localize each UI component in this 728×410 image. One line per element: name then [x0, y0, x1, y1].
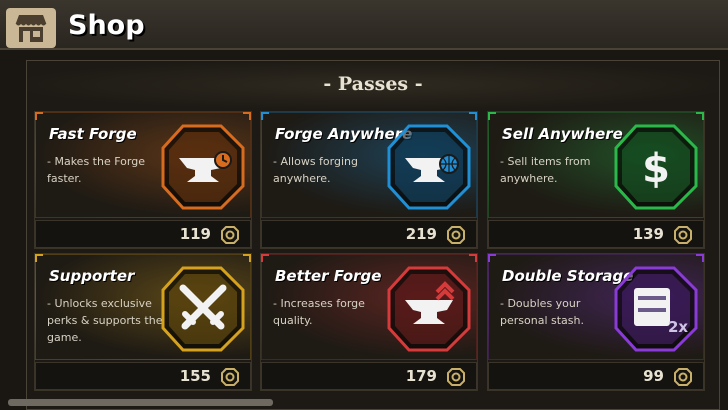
coin-icon — [674, 226, 692, 248]
coin-icon — [447, 368, 465, 390]
price-bar[interactable] — [261, 220, 477, 248]
section-title: - Passes - — [323, 73, 423, 95]
title-bar: Shop — [0, 0, 728, 50]
card-corner — [243, 254, 251, 262]
pass-card-sell-anywhere[interactable]: Sell Anywhere - Sell items from anywhere.… — [487, 111, 705, 249]
shop-icon — [6, 8, 56, 48]
card-description: - Makes the Forge faster. — [47, 155, 145, 185]
coin-icon — [674, 368, 692, 390]
anvil-clock-icon — [161, 124, 247, 214]
card-title: Fast Forge — [49, 125, 137, 143]
pass-card-forge-anywhere[interactable]: Forge Anywhere - Allows forging anywhere.… — [260, 111, 478, 249]
price-value: 119 — [179, 225, 211, 243]
price-bar[interactable] — [488, 362, 704, 390]
price-bar[interactable] — [488, 220, 704, 248]
coin-icon — [221, 226, 239, 248]
card-corner — [35, 112, 43, 120]
card-title: Supporter — [49, 267, 135, 285]
card-corner — [488, 254, 496, 262]
pass-card-better-forge[interactable]: Better Forge - Increases forge quality. 17… — [260, 253, 478, 391]
price-value: 139 — [632, 225, 664, 243]
price-value: 179 — [405, 367, 437, 385]
card-corner — [261, 254, 269, 262]
card-description: - Allows forging anywhere. — [273, 155, 358, 185]
card-corner — [469, 112, 477, 120]
coin-icon — [447, 226, 465, 248]
price-value: 99 — [643, 367, 664, 385]
storage-2x-icon: 2x — [614, 266, 700, 356]
card-description: - Increases forge quality. — [273, 297, 365, 327]
card-description: - Sell items from anywhere. — [500, 155, 591, 185]
anvil-globe-icon — [387, 124, 473, 214]
price-value: 155 — [179, 367, 211, 385]
pass-card-fast-forge[interactable]: Fast Forge - Makes the Forge faster. 119 — [34, 111, 252, 249]
price-value: 219 — [405, 225, 437, 243]
card-corner — [35, 254, 43, 262]
card-corner — [261, 112, 269, 120]
pass-card-supporter[interactable]: Supporter - Unlocks exclusive perks & sup… — [34, 253, 252, 391]
anvil-arrows-icon — [387, 266, 473, 356]
card-title: Better Forge — [275, 267, 382, 285]
card-title: Sell Anywhere — [502, 125, 623, 143]
dollar-icon: $ — [614, 124, 700, 214]
pass-card-double-storage[interactable]: Double Storage - Doubles your personal st… — [487, 253, 705, 391]
page-title: Shop — [68, 10, 145, 41]
card-corner — [488, 112, 496, 120]
svg-text:$: $ — [642, 146, 670, 192]
card-description: - Doubles your personal stash. — [500, 297, 584, 327]
card-corner — [696, 112, 704, 120]
card-corner — [696, 254, 704, 262]
svg-text:2x: 2x — [668, 318, 688, 336]
coin-icon — [221, 368, 239, 390]
card-description: - Unlocks exclusive perks & supports the… — [47, 297, 163, 344]
horizontal-scrollbar[interactable] — [8, 399, 273, 406]
card-corner — [469, 254, 477, 262]
card-corner — [243, 112, 251, 120]
crossed-swords-icon — [161, 266, 247, 356]
price-bar[interactable] — [261, 362, 477, 390]
price-bar[interactable] — [35, 220, 251, 248]
price-bar[interactable] — [35, 362, 251, 390]
section-header: - Passes - — [27, 61, 719, 109]
